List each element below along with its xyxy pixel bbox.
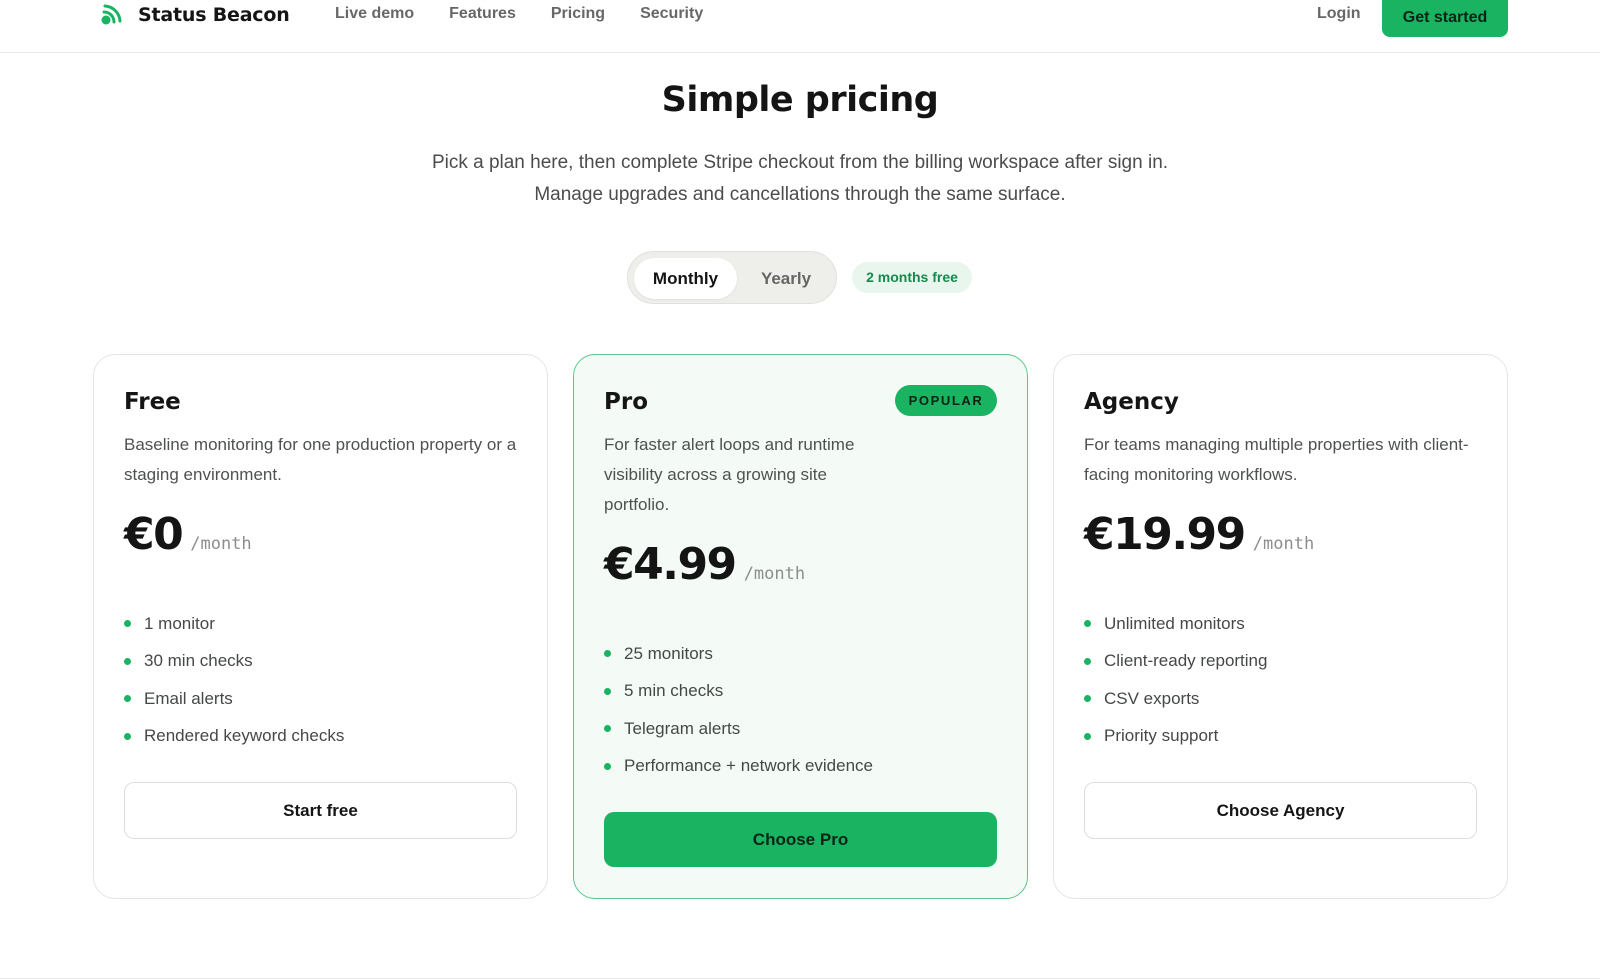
choose-pro-button[interactable]: Choose Pro <box>604 812 997 867</box>
price-row: €4.99 /month <box>604 539 805 590</box>
plan-card-free: Free Baseline monitoring for one product… <box>93 354 548 899</box>
plan-name: Pro <box>604 389 649 415</box>
feature-text: Priority support <box>1104 726 1219 746</box>
plan-price: €19.99 <box>1084 509 1246 560</box>
billing-period-toggle: Monthly Yearly <box>627 251 837 304</box>
feature-item: Client-ready reporting <box>1084 643 1267 681</box>
login-link[interactable]: Login <box>1317 5 1361 23</box>
feature-text: Client-ready reporting <box>1104 651 1268 671</box>
plan-card-agency: Agency For teams managing multiple prope… <box>1053 354 1508 899</box>
plan-price: €4.99 <box>604 539 737 590</box>
feature-list: 25 monitors 5 min checks Telegram alerts… <box>604 635 873 785</box>
bullet-dot-icon <box>604 650 611 658</box>
bullet-dot-icon <box>124 657 131 665</box>
bullet-dot-icon <box>1084 695 1091 703</box>
feature-text: Unlimited monitors <box>1104 613 1245 633</box>
feature-item: Rendered keyword checks <box>124 718 344 756</box>
feature-text: 1 monitor <box>144 613 215 633</box>
feature-text: Telegram alerts <box>624 718 741 738</box>
main-nav: Live demo Features Pricing Security <box>335 5 738 23</box>
feature-list: Unlimited monitors Client-ready reportin… <box>1084 605 1267 755</box>
nav-link-live-demo[interactable]: Live demo <box>335 5 414 23</box>
get-started-button[interactable]: Get started <box>1382 0 1508 37</box>
plan-card-pro: Pro POPULAR For faster alert loops and r… <box>573 354 1028 899</box>
feature-text: 25 monitors <box>624 643 713 663</box>
feature-item: Telegram alerts <box>604 710 873 748</box>
bullet-dot-icon <box>604 762 611 770</box>
nav-link-security[interactable]: Security <box>640 5 703 23</box>
nav-link-features[interactable]: Features <box>449 5 516 23</box>
subtitle-line-1: Pick a plan here, then complete Stripe c… <box>431 152 1169 173</box>
feature-text: Rendered keyword checks <box>144 726 345 746</box>
feature-item: Priority support <box>1084 718 1267 756</box>
start-free-button[interactable]: Start free <box>124 782 517 839</box>
subtitle-line-2: Manage upgrades and cancellations throug… <box>534 184 1066 205</box>
price-period: /month <box>743 564 806 584</box>
bullet-dot-icon <box>1084 620 1091 628</box>
price-row: €19.99 /month <box>1084 509 1314 560</box>
toggle-option-yearly[interactable]: Yearly <box>740 258 832 299</box>
plan-name: Free <box>124 389 181 415</box>
page-title: Simple pricing <box>661 80 939 120</box>
brand-logo[interactable]: Status Beacon <box>100 3 290 27</box>
bullet-dot-icon <box>604 687 611 695</box>
bullet-dot-icon <box>124 620 131 628</box>
choose-agency-button[interactable]: Choose Agency <box>1084 782 1477 839</box>
feature-item: Unlimited monitors <box>1084 605 1267 643</box>
plan-description: For faster alert loops and runtime visib… <box>604 435 855 514</box>
feature-list: 1 monitor 30 min checks Email alerts Ren… <box>124 605 344 755</box>
feature-text: Performance + network evidence <box>624 756 873 776</box>
section-divider <box>0 978 1600 979</box>
signal-beacon-icon <box>101 4 122 25</box>
bullet-dot-icon <box>1084 732 1091 740</box>
feature-item: 1 monitor <box>124 605 344 643</box>
plan-name: Agency <box>1084 389 1179 415</box>
feature-item: Performance + network evidence <box>604 748 873 786</box>
popular-badge: POPULAR <box>895 385 997 416</box>
feature-item: Email alerts <box>124 680 344 718</box>
brand-name: Status Beacon <box>138 4 290 26</box>
nav-link-pricing[interactable]: Pricing <box>551 5 605 23</box>
bullet-dot-icon <box>1084 657 1091 665</box>
bullet-dot-icon <box>124 732 131 740</box>
feature-text: 30 min checks <box>144 651 253 671</box>
yearly-promo-badge: 2 months free <box>852 262 972 293</box>
feature-text: CSV exports <box>1104 688 1200 708</box>
bullet-dot-icon <box>124 695 131 703</box>
price-period: /month <box>190 534 252 554</box>
feature-text: Email alerts <box>144 688 233 708</box>
feature-item: 30 min checks <box>124 643 344 681</box>
feature-item: CSV exports <box>1084 680 1267 718</box>
price-period: /month <box>1252 534 1315 554</box>
feature-item: 5 min checks <box>604 673 873 711</box>
feature-item: 25 monitors <box>604 635 873 673</box>
top-navigation-bar: Status Beacon Live demo Features Pricing… <box>0 0 1600 53</box>
plan-description: Baseline monitoring for one production p… <box>124 435 517 484</box>
plan-price: €0 <box>124 509 184 560</box>
price-row: €0 /month <box>124 509 252 560</box>
toggle-option-monthly[interactable]: Monthly <box>634 258 737 299</box>
plan-description: For teams managing multiple properties w… <box>1084 435 1469 484</box>
bullet-dot-icon <box>604 725 611 733</box>
feature-text: 5 min checks <box>624 681 724 701</box>
page-subtitle: Pick a plan here, then complete Stripe c… <box>300 147 1300 211</box>
